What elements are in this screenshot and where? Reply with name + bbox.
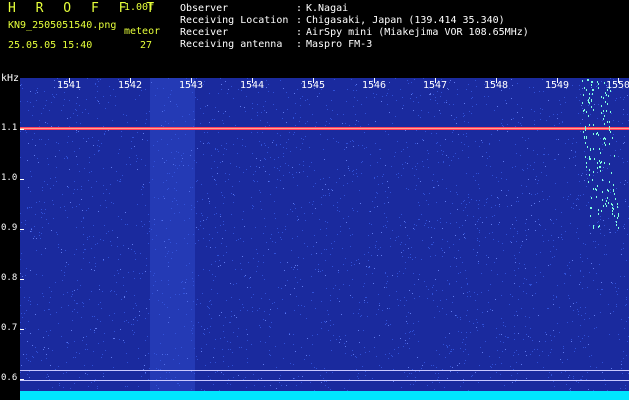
spectrogram-background — [20, 78, 629, 400]
receiver-separator: : — [296, 27, 303, 38]
reference-line-upper — [20, 370, 629, 371]
x-tick-label: 1544 — [240, 80, 265, 91]
y-tick-label: 1.0 — [1, 173, 18, 183]
timestamp: 25.05.05 15:40 — [8, 40, 93, 51]
y-tick-label: 0.7 — [1, 323, 18, 333]
y-tick-mark — [20, 229, 24, 230]
location-label: Receiving Location — [180, 15, 289, 26]
header: H R O F F T 1.00f KN9_2505051540.png met… — [0, 0, 629, 78]
y-tick-label: 0.6 — [1, 373, 18, 383]
location-separator: : — [296, 15, 303, 26]
x-tick-label: 1542 — [118, 80, 143, 91]
x-tick-label: 1548 — [484, 80, 509, 91]
y-tick-label: 0.8 — [1, 273, 18, 283]
y-tick-label: 1.1 — [1, 123, 18, 133]
y-tick-mark — [20, 329, 24, 330]
antenna-separator: : — [296, 39, 303, 50]
x-tick-label: 1549 — [545, 80, 570, 91]
spectrogram-canvas — [20, 78, 629, 400]
y-axis-unit: kHz — [1, 73, 20, 84]
observer-separator: : — [296, 3, 303, 14]
x-tick-label: 1545 — [301, 80, 326, 91]
x-tick-label: 1543 — [179, 80, 204, 91]
x-tick-label: 1550 — [606, 80, 629, 91]
antenna-value: Maspro FM-3 — [306, 39, 373, 50]
reference-line-lower — [20, 380, 629, 381]
spectrogram — [20, 78, 629, 400]
x-tick-label: 1541 — [57, 80, 82, 91]
y-tick-mark — [20, 129, 24, 130]
observer-label: Observer — [180, 3, 229, 14]
y-tick-mark — [20, 179, 24, 180]
y-tick-mark — [20, 379, 24, 380]
noise-floor — [20, 391, 629, 400]
meteor-count: 27 — [140, 40, 153, 51]
carrier-core — [20, 128, 629, 129]
x-tick-label: 1546 — [362, 80, 387, 91]
meteor-label: meteor — [124, 26, 161, 37]
version-label: 1.00f — [124, 2, 155, 13]
noise-band — [150, 78, 195, 400]
y-tick-mark — [20, 279, 24, 280]
receiver-value: AirSpy mini (Miakejima VOR 108.65MHz) — [306, 27, 529, 38]
antenna-label: Receiving antenna — [180, 39, 283, 50]
x-tick-label: 1547 — [423, 80, 448, 91]
observer-value: K.Nagai — [306, 3, 349, 14]
file-name: KN9_2505051540.png — [8, 20, 117, 31]
location-value: Chigasaki, Japan (139.414 35.340) — [306, 15, 505, 26]
receiver-label: Receiver — [180, 27, 229, 38]
y-tick-label: 0.9 — [1, 223, 18, 233]
